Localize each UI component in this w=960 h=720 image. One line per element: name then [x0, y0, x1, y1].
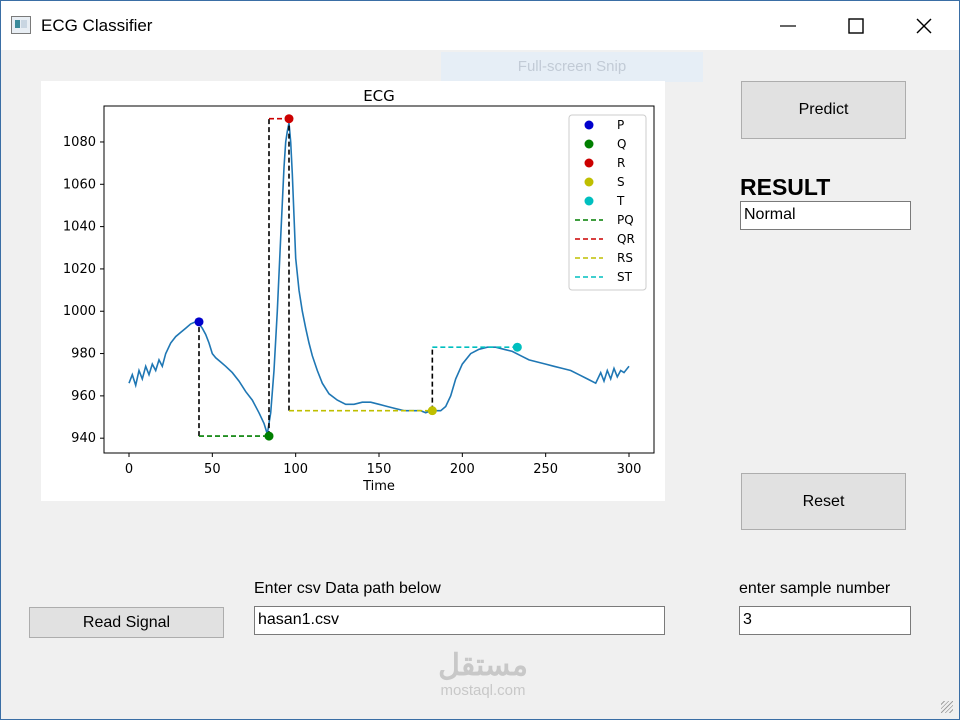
y-tick-label: 940 [71, 431, 96, 446]
point-q-marker [264, 431, 274, 441]
legend-label: QR [617, 232, 635, 246]
legend-label: PQ [617, 213, 634, 227]
y-tick-label: 1060 [63, 177, 96, 192]
x-axis-label: Time [362, 479, 395, 494]
reset-button[interactable]: Reset [741, 473, 906, 530]
legend-marker-r [584, 158, 594, 168]
predict-button[interactable]: Predict [741, 81, 906, 139]
y-tick-label: 1040 [63, 220, 96, 235]
x-tick-label: 100 [283, 462, 308, 477]
result-field[interactable]: Normal [740, 201, 911, 230]
x-tick-label: 300 [617, 462, 642, 477]
legend-label: ST [617, 270, 633, 284]
watermark: مستقل mostaql.com [423, 649, 543, 699]
window-title: ECG Classifier [41, 16, 153, 35]
y-tick-label: 1080 [63, 135, 96, 150]
legend-label: Q [617, 137, 626, 151]
chart-title: ECG [363, 87, 395, 105]
point-r-marker [284, 114, 294, 124]
result-heading: RESULT [740, 174, 831, 200]
csv-path-label: Enter csv Data path below [254, 580, 441, 597]
x-tick-label: 50 [204, 462, 221, 477]
x-tick-label: 200 [450, 462, 475, 477]
sample-number-label: enter sample number [739, 580, 891, 597]
legend-label: RS [617, 251, 633, 265]
watermark-logo: مستقل [438, 649, 528, 682]
app-window-icon [11, 16, 31, 34]
sample-number-input[interactable]: 3 [739, 606, 911, 635]
minimize-icon [780, 24, 796, 27]
legend-marker-t [584, 196, 594, 206]
legend-marker-s [584, 177, 594, 187]
close-button[interactable] [901, 1, 947, 50]
app-window: ECG Classifier Full-screen Snip 0 50 100 15… [0, 0, 960, 720]
legend-marker-q [584, 139, 594, 149]
ecg-signal-line [128, 122, 630, 435]
title-bar[interactable]: ECG Classifier [1, 1, 959, 50]
legend-label: P [617, 118, 624, 132]
read-signal-button[interactable]: Read Signal [29, 607, 224, 638]
snip-banner: Full-screen Snip [441, 52, 703, 82]
csv-path-input[interactable]: hasan1.csv [254, 606, 665, 635]
point-p-marker [194, 317, 204, 327]
legend-box [568, 114, 647, 291]
legend-label: T [616, 194, 625, 208]
minimize-button[interactable] [765, 1, 811, 50]
legend-label: R [617, 156, 625, 170]
maximize-icon [848, 17, 864, 34]
y-tick-label: 960 [71, 389, 96, 404]
legend-label: S [617, 175, 625, 189]
resize-grip[interactable] [941, 701, 953, 713]
ecg-plot-panel: 0 50 100 150 200 250 300 940 960 980 1000 1020 1040 1… [41, 81, 665, 501]
legend-marker-p [584, 120, 594, 130]
y-tick-label: 1020 [63, 262, 96, 277]
point-s-marker [427, 406, 437, 416]
watermark-text: mostaql.com [440, 682, 526, 699]
y-tick-label: 1000 [63, 304, 96, 319]
x-tick-label: 150 [367, 462, 392, 477]
x-tick-label: 250 [533, 462, 558, 477]
x-tick-label: 0 [125, 462, 133, 477]
ecg-chart: 0 50 100 150 200 250 300 940 960 980 1000 1020 1040 1… [63, 87, 655, 494]
point-t-marker [512, 342, 522, 352]
close-icon [916, 18, 932, 33]
y-tick-label: 980 [71, 347, 96, 362]
maximize-button[interactable] [833, 1, 879, 50]
